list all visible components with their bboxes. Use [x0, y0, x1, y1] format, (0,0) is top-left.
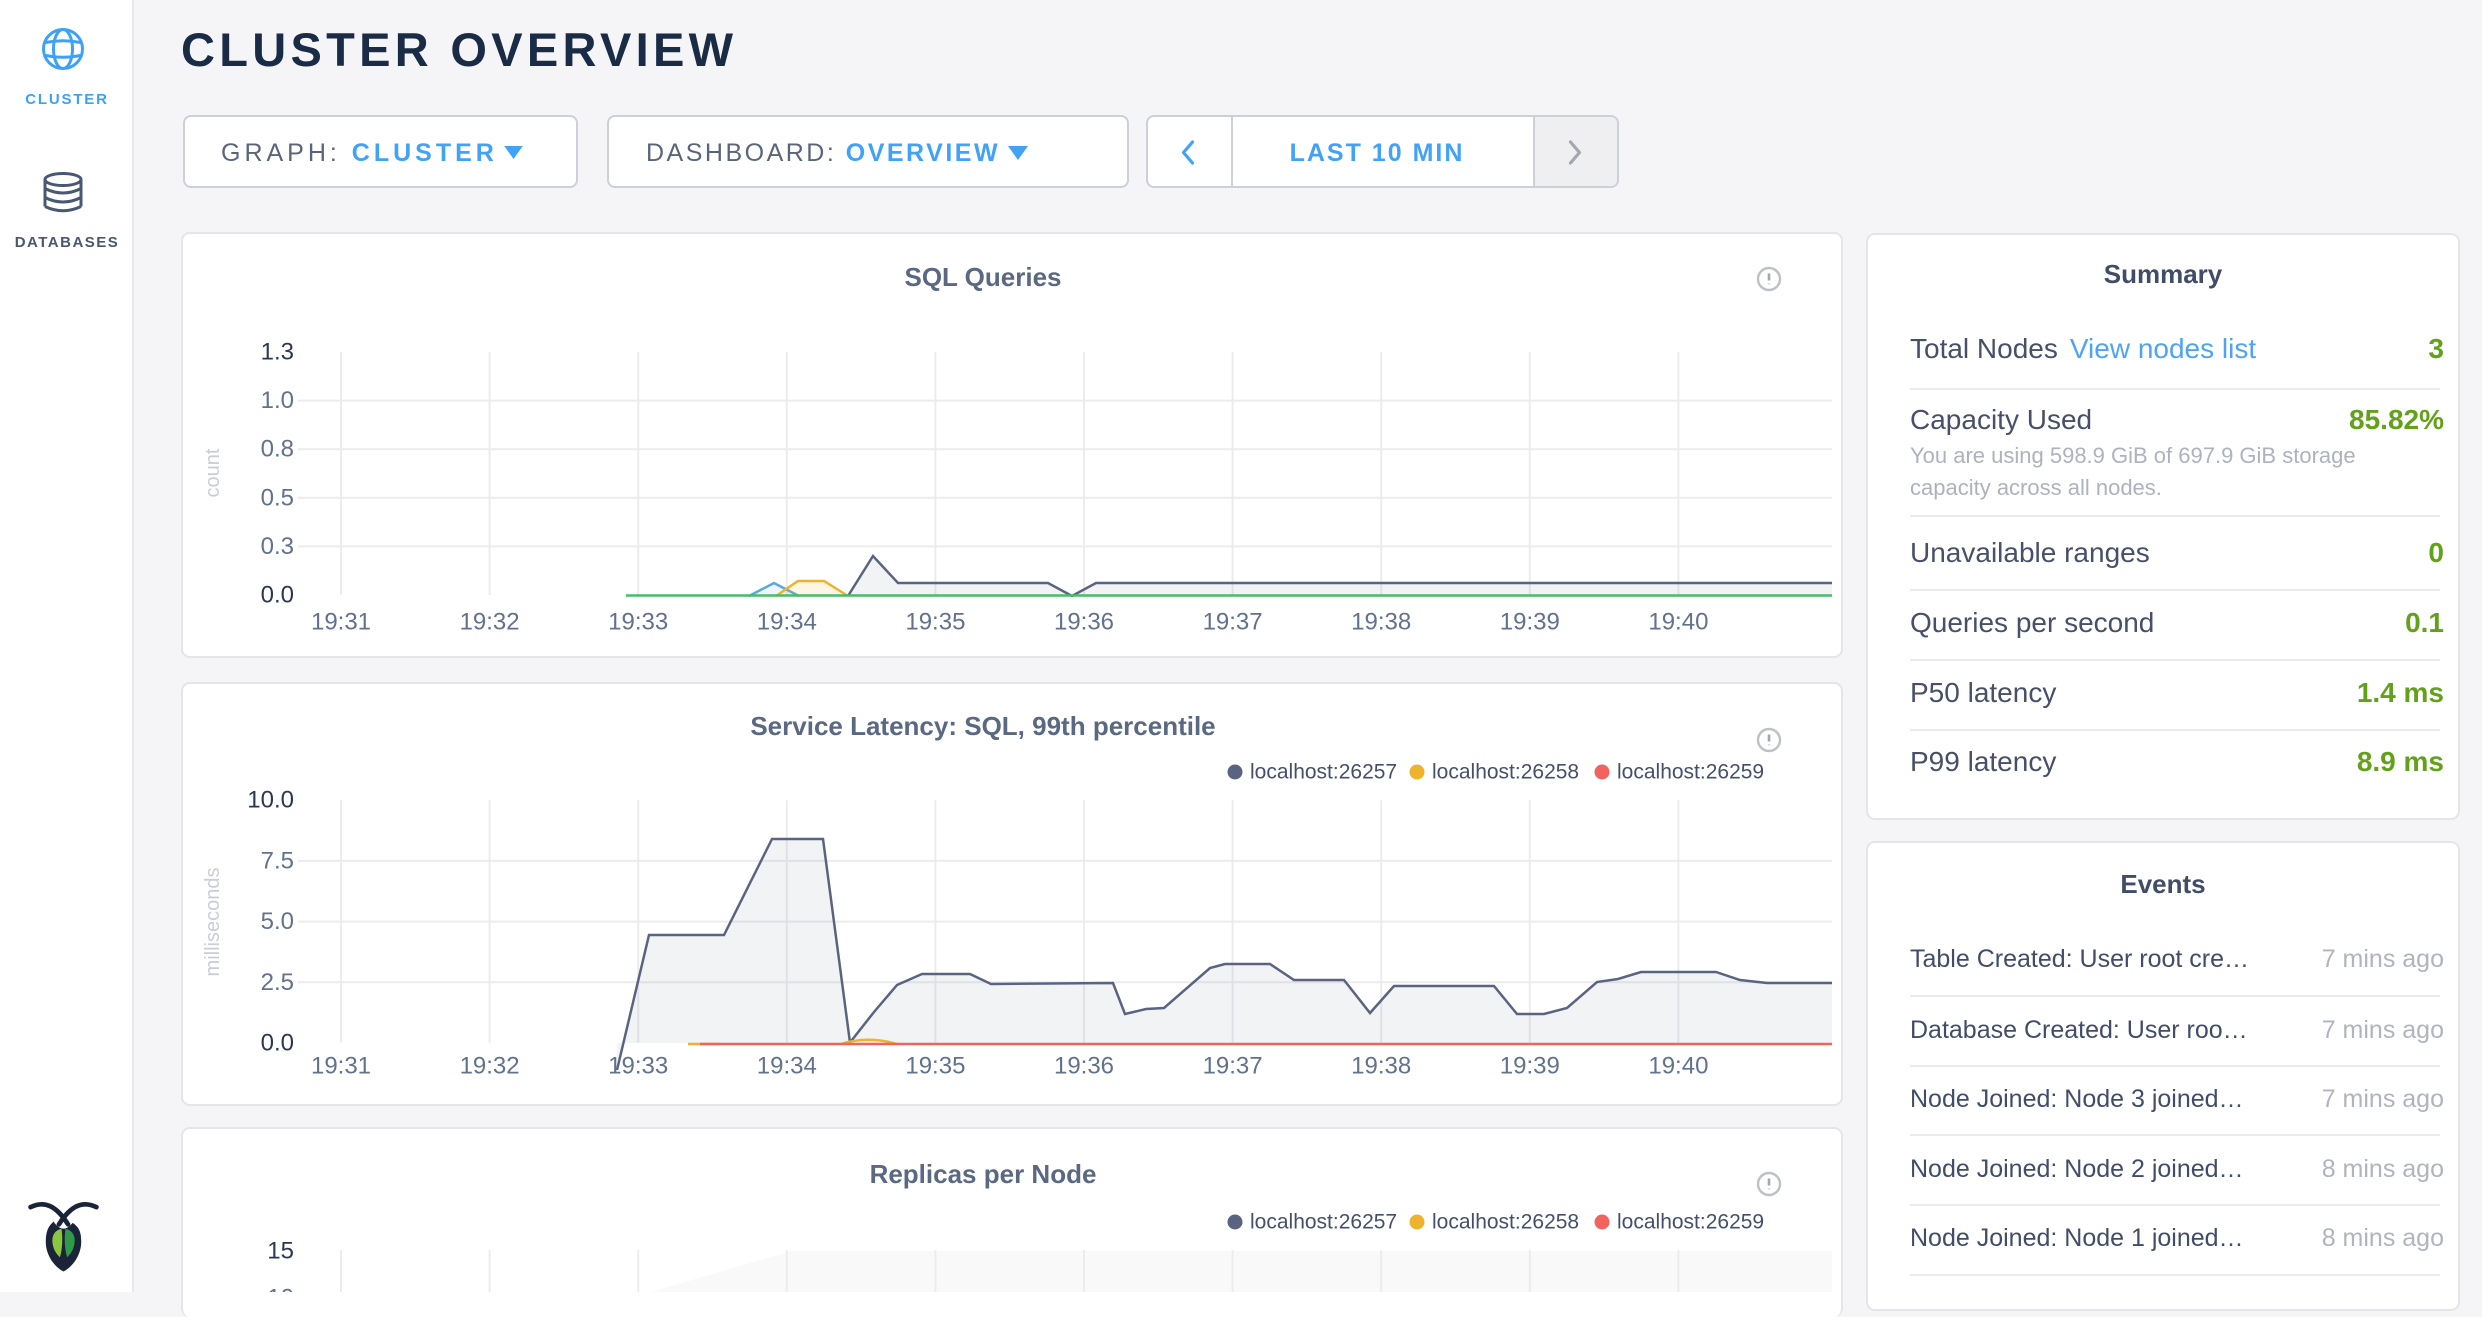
svg-text:0.0: 0.0: [261, 582, 294, 609]
svg-text:1.3: 1.3: [261, 339, 294, 366]
svg-text:19:32: 19:32: [460, 609, 520, 636]
svg-text:19:33: 19:33: [608, 609, 668, 636]
svg-text:0.3: 0.3: [261, 533, 294, 560]
svg-text:19:36: 19:36: [1054, 609, 1114, 636]
svg-text:19:31: 19:31: [311, 609, 371, 636]
svg-text:localhost:26258: localhost:26258: [1432, 1211, 1579, 1234]
svg-text:milliseconds: milliseconds: [202, 868, 224, 977]
svg-text:localhost:26258: localhost:26258: [1432, 761, 1579, 784]
svg-text:2.5: 2.5: [261, 969, 294, 996]
svg-text:15: 15: [267, 1238, 294, 1265]
svg-text:19:34: 19:34: [757, 1053, 817, 1080]
svg-text:19:37: 19:37: [1203, 609, 1263, 636]
svg-text:19:36: 19:36: [1054, 1053, 1114, 1080]
svg-text:0.8: 0.8: [261, 436, 294, 463]
svg-text:19:33: 19:33: [608, 1053, 668, 1080]
svg-text:0.5: 0.5: [261, 484, 294, 511]
svg-text:19:38: 19:38: [1351, 609, 1411, 636]
svg-text:10: 10: [267, 1285, 294, 1293]
svg-text:19:40: 19:40: [1648, 609, 1708, 636]
svg-text:19:37: 19:37: [1203, 1053, 1263, 1080]
svg-text:19:35: 19:35: [905, 1053, 965, 1080]
svg-text:localhost:26257: localhost:26257: [1250, 1211, 1397, 1234]
svg-text:1.0: 1.0: [261, 387, 294, 414]
svg-text:count: count: [202, 448, 224, 497]
svg-text:10.0: 10.0: [247, 787, 294, 814]
svg-text:19:38: 19:38: [1351, 1053, 1411, 1080]
svg-text:7.5: 7.5: [261, 847, 294, 874]
svg-text:localhost:26259: localhost:26259: [1617, 1211, 1764, 1234]
svg-text:localhost:26259: localhost:26259: [1617, 761, 1764, 784]
svg-text:localhost:26257: localhost:26257: [1250, 761, 1397, 784]
svg-text:0.0: 0.0: [261, 1030, 294, 1057]
svg-text:19:40: 19:40: [1648, 1053, 1708, 1080]
svg-text:19:39: 19:39: [1500, 609, 1560, 636]
svg-text:19:31: 19:31: [311, 1053, 371, 1080]
svg-text:19:35: 19:35: [905, 609, 965, 636]
svg-text:19:34: 19:34: [757, 609, 817, 636]
svg-text:19:39: 19:39: [1500, 1053, 1560, 1080]
svg-text:5.0: 5.0: [261, 908, 294, 935]
svg-text:19:32: 19:32: [460, 1053, 520, 1080]
